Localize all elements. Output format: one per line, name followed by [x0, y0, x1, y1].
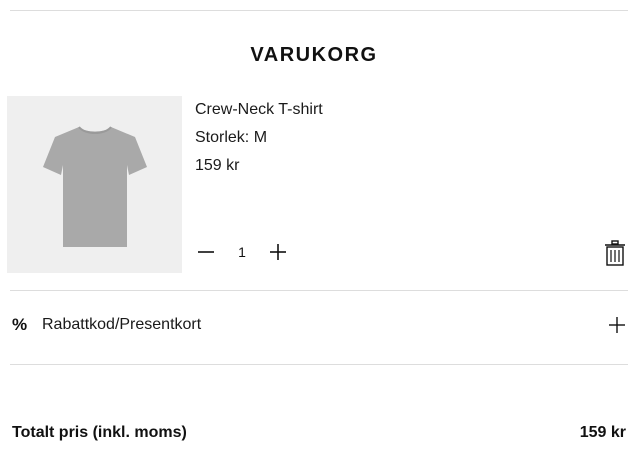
discount-bottom-divider: [10, 364, 628, 365]
minus-icon: [198, 251, 214, 253]
remove-item-button[interactable]: [604, 240, 626, 266]
quantity-stepper: 1: [195, 238, 289, 266]
quantity-value: 1: [238, 244, 246, 260]
cart-page: VARUKORG Crew-Neck T-shirt Storlek: M 15…: [0, 0, 628, 465]
top-divider: [10, 10, 628, 11]
product-name[interactable]: Crew-Neck T-shirt: [195, 101, 323, 119]
total-price-label: Totalt pris (inkl. moms): [12, 424, 187, 441]
trash-icon: [605, 240, 625, 266]
discount-top-divider: [10, 290, 628, 291]
product-size: Storlek: M: [195, 129, 268, 146]
product-price: 159 kr: [195, 157, 240, 174]
total-price-value: 159 kr: [579, 424, 626, 441]
tshirt-image-icon: [42, 125, 147, 247]
increase-quantity-button[interactable]: [267, 238, 289, 266]
product-image[interactable]: [7, 96, 182, 273]
discount-code-label: Rabattkod/Presentkort: [42, 316, 202, 333]
plus-icon: [270, 244, 286, 260]
decrease-quantity-button[interactable]: [195, 238, 217, 266]
discount-code-toggle[interactable]: % Rabattkod/Presentkort: [12, 312, 628, 338]
percent-icon: %: [12, 315, 28, 334]
page-title: VARUKORG: [250, 44, 378, 66]
expand-plus-icon: [609, 317, 625, 333]
